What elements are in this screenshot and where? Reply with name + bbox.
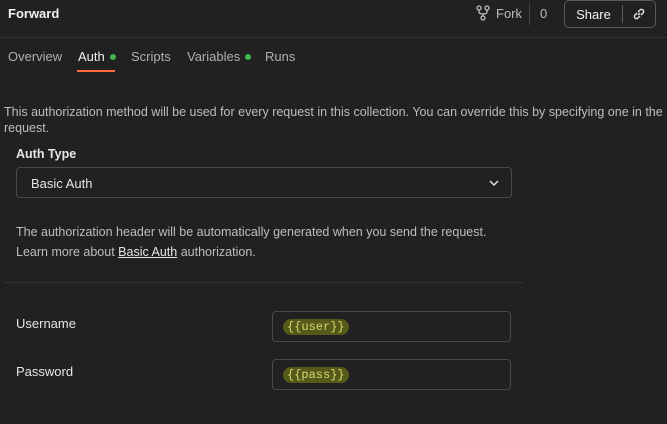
password-value: {{pass}} bbox=[283, 367, 349, 383]
tab-overview[interactable]: Overview bbox=[8, 49, 62, 64]
learn-more-prefix: Learn more about bbox=[16, 245, 119, 259]
auth-info-text: The authorization header will be automat… bbox=[16, 225, 487, 239]
tab-variables[interactable]: Variables bbox=[187, 49, 252, 64]
tab-label: Auth bbox=[78, 49, 105, 64]
collection-tabs: Overview Auth Scripts Variables Runs bbox=[0, 37, 667, 73]
tab-label: Scripts bbox=[131, 49, 171, 64]
fork-divider bbox=[529, 3, 530, 25]
auth-learn-more: Learn more about Basic Auth authorizatio… bbox=[16, 245, 256, 259]
collection-header: Forward Fork 0 Share bbox=[0, 0, 667, 38]
status-dot bbox=[245, 53, 252, 60]
tab-scripts[interactable]: Scripts bbox=[131, 49, 171, 64]
copy-link-button[interactable] bbox=[623, 1, 655, 27]
username-value: {{user}} bbox=[283, 319, 349, 335]
tab-label: Runs bbox=[265, 49, 296, 64]
username-field[interactable]: {{user}} bbox=[272, 311, 511, 342]
share-group: Share bbox=[564, 0, 656, 28]
password-label: Password bbox=[16, 364, 74, 379]
fork-label: Fork bbox=[496, 5, 522, 21]
password-field[interactable]: {{pass}} bbox=[272, 359, 511, 390]
active-tab-indicator bbox=[77, 70, 115, 72]
auth-type-label: Auth Type bbox=[16, 147, 77, 161]
fork-count[interactable]: 0 bbox=[540, 6, 547, 21]
tab-runs[interactable]: Runs bbox=[265, 49, 295, 64]
status-dot bbox=[109, 53, 116, 60]
chevron-down-icon bbox=[489, 180, 499, 186]
section-divider bbox=[4, 282, 523, 283]
learn-more-suffix: authorization. bbox=[177, 245, 256, 259]
tab-label: Overview bbox=[8, 49, 63, 64]
link-icon bbox=[633, 8, 645, 20]
auth-type-value: Basic Auth bbox=[31, 176, 93, 191]
tab-auth[interactable]: Auth bbox=[78, 49, 116, 64]
auth-type-select[interactable]: Basic Auth bbox=[16, 167, 512, 198]
username-label: Username bbox=[16, 316, 76, 331]
fork-button[interactable]: Fork bbox=[476, 5, 522, 21]
basic-auth-link[interactable]: Basic Auth bbox=[118, 245, 177, 259]
share-button[interactable]: Share bbox=[565, 1, 622, 27]
fork-icon bbox=[476, 5, 490, 21]
collection-title: Forward bbox=[8, 6, 60, 21]
auth-description: This authorization method will be used f… bbox=[4, 105, 663, 135]
tab-label: Variables bbox=[187, 49, 241, 64]
